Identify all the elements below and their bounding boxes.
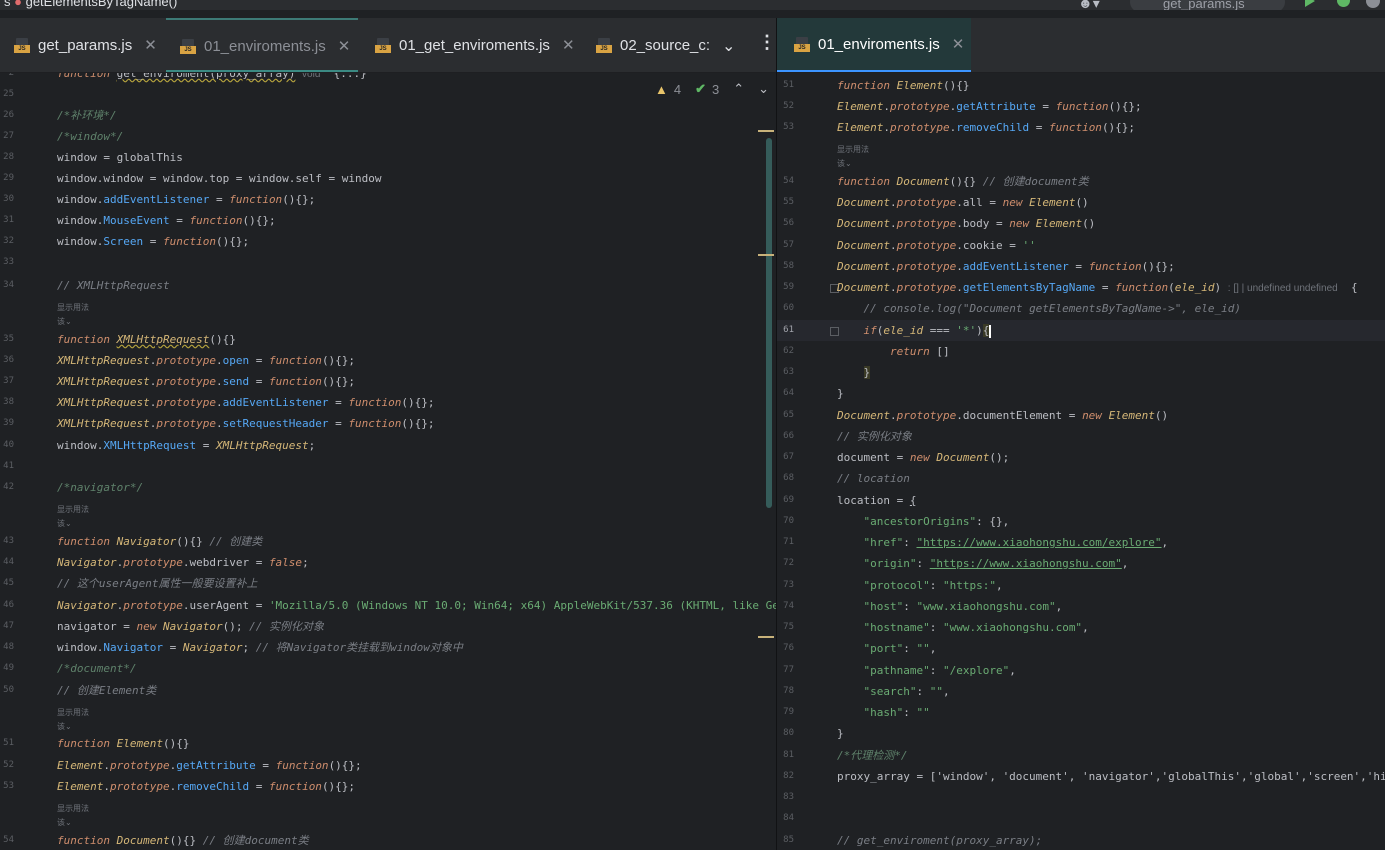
more-actions-icon[interactable] [1366, 0, 1380, 8]
tab-01-enviroments[interactable]: JS 01_enviroments.js ✕ [166, 18, 358, 72]
text-cursor [989, 324, 992, 338]
warning-icon: ▲ [655, 81, 668, 97]
tab-01-get-enviroments[interactable]: JS 01_get_enviroments.js ✕ [375, 18, 575, 72]
usage-hint[interactable]: 该⌄ [57, 816, 72, 830]
check-icon: ✔ [695, 81, 707, 96]
js-file-icon: JS [14, 37, 30, 53]
usage-hint[interactable]: 显示用法 [57, 706, 89, 720]
tab-02-source[interactable]: JS 02_source_c: [596, 18, 710, 72]
usage-hint[interactable]: 该⌄ [57, 720, 72, 734]
right-tab-bar: JS 01_enviroments.js ✕ [777, 18, 1385, 73]
close-icon[interactable]: ✕ [144, 36, 157, 54]
close-icon[interactable]: ✕ [562, 36, 575, 54]
usage-hint[interactable]: 该⌄ [57, 315, 72, 329]
run-config-label: get_params.js [1163, 0, 1245, 10]
chevron-down-icon[interactable]: ⌄ [722, 36, 735, 56]
tab-label: 02_source_c: [620, 36, 710, 54]
warning-count: 4 [673, 81, 682, 97]
tab-label: get_params.js [38, 36, 133, 54]
left-tab-bar: JS get_params.js ✕ JS 01_enviroments.js … [0, 18, 776, 73]
tab-label: 01_enviroments.js [204, 37, 326, 55]
run-icon[interactable] [1305, 0, 1315, 7]
js-file-icon: JS [180, 38, 196, 54]
tab-get-params[interactable]: JS get_params.js ✕ [14, 18, 157, 72]
usage-hint[interactable]: 显示用法 [837, 143, 869, 157]
more-tabs-icon[interactable]: ⋮ [758, 32, 776, 53]
close-icon[interactable]: ✕ [338, 37, 351, 55]
tab-01-enviroments-right[interactable]: JS 01_enviroments.js ✕ [777, 18, 971, 72]
usage-hint[interactable]: 显示用法 [57, 503, 89, 517]
close-icon[interactable]: ✕ [952, 35, 965, 53]
left-editor[interactable]: ▲ 4 ✔ 3 ⌃ ⌄ 2 function get_enviroment(proxy… [0, 73, 776, 850]
usage-hint[interactable]: 该⌄ [57, 517, 72, 531]
debug-icon[interactable] [1337, 0, 1350, 7]
tab-label: 01_enviroments.js [818, 35, 940, 53]
chevron-up-icon[interactable]: ⌃ [733, 81, 744, 97]
usage-hint[interactable]: 该⌄ [837, 157, 852, 171]
js-file-icon: JS [596, 37, 612, 53]
weak-warning-count: 3 [712, 81, 720, 97]
scrollbar[interactable] [766, 138, 772, 508]
usage-hint[interactable]: 显示用法 [57, 802, 89, 816]
js-file-icon: JS [375, 37, 391, 53]
inspection-widget[interactable]: ▲ 4 ✔ 3 ⌃ ⌄ [655, 81, 769, 97]
chevron-down-icon[interactable]: ⌄ [758, 81, 769, 97]
tab-label: 01_get_enviroments.js [399, 36, 550, 54]
right-editor[interactable]: 51 function Element(){} 52 Element.prototy… [777, 73, 1385, 850]
js-file-icon: JS [794, 36, 810, 52]
title-bar: s ● getElementsByTagName() ☻▾ get_params… [0, 0, 1385, 10]
run-config-selector[interactable]: get_params.js [1130, 0, 1285, 10]
breadcrumb[interactable]: s ● getElementsByTagName() [4, 0, 177, 9]
usage-hint[interactable]: 显示用法 [57, 301, 89, 315]
user-icon[interactable]: ☻▾ [1078, 0, 1112, 10]
